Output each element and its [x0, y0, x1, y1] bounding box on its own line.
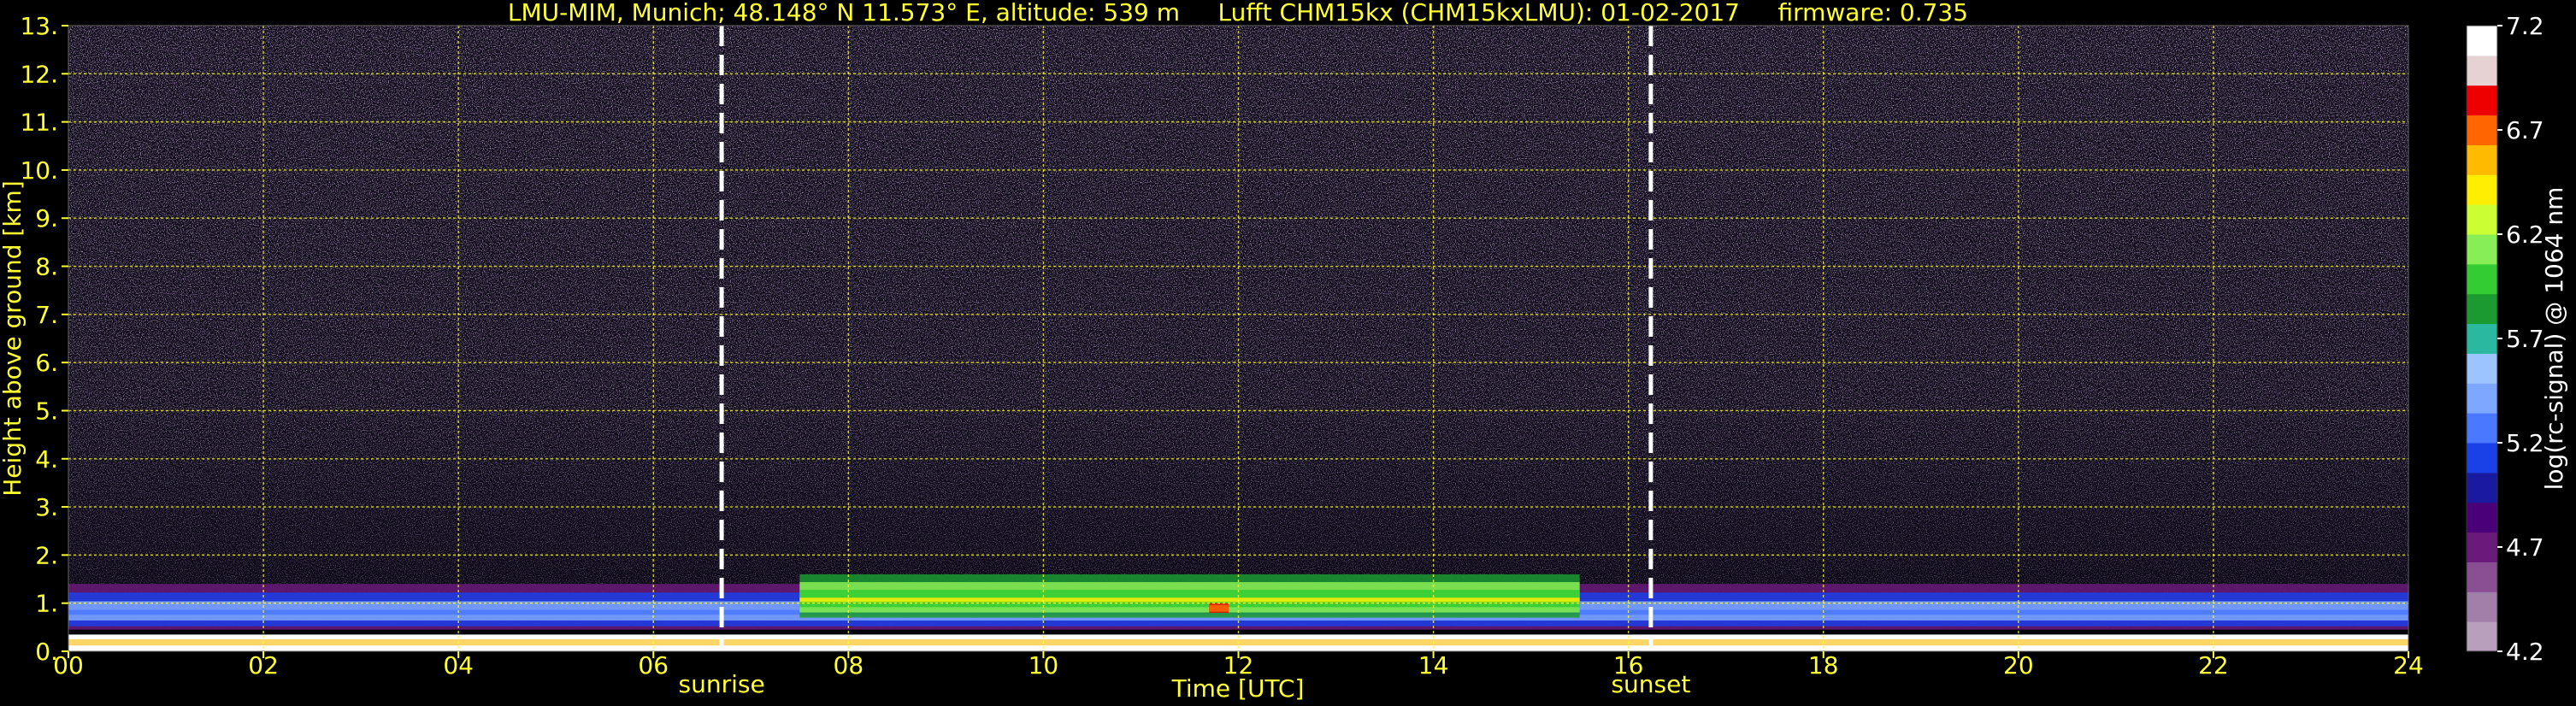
- y-tick-label: 6.: [35, 349, 58, 377]
- sunset-label: sunset: [1611, 670, 1690, 698]
- colorbar-tick-label: 6.2: [2506, 221, 2544, 249]
- colorbar-segment: [2467, 353, 2497, 384]
- y-axis-label: Height above ground [km]: [0, 180, 27, 497]
- colorbar-label: log(rc-signal) @ 1064 nm: [2540, 187, 2568, 491]
- colorbar-tick-label: 7.2: [2506, 12, 2544, 40]
- x-tick-label: 10: [1029, 651, 1059, 680]
- colorbar-segment: [2467, 413, 2497, 444]
- colorbar-tick-label: 5.7: [2506, 325, 2544, 353]
- y-tick-label: 5.: [35, 397, 58, 425]
- colorbar-segment: [2467, 293, 2497, 325]
- colorbar-segment: [2467, 621, 2497, 652]
- y-axis-ticks: 0.1.2.3.4.5.6.7.8.9.10.11.12.13.: [20, 12, 68, 666]
- x-tick-label: 08: [834, 651, 864, 680]
- chart-title: LMU-MIM, Munich; 48.148° N 11.573° E, al…: [508, 0, 1968, 26]
- x-axis-label: Time [UTC]: [1171, 674, 1305, 703]
- colorbar-ticks: 4.2 4.7 5.2 5.7 6.2 6.7 7.2: [2497, 12, 2544, 666]
- colorbar-tick-label: 4.2: [2506, 638, 2544, 666]
- colorbar-segment: [2467, 532, 2497, 562]
- colorbar-segment: [2467, 383, 2497, 414]
- y-tick-label: 9.: [35, 204, 58, 232]
- x-tick-label: 24: [2393, 651, 2424, 680]
- x-tick-label: 06: [638, 651, 669, 680]
- ceilometer-figure: LMU-MIM, Munich; 48.148° N 11.573° E, al…: [0, 0, 2568, 703]
- colorbar-segment: [2467, 234, 2497, 265]
- colorbar-segment: [2467, 26, 2497, 56]
- colorbar-segment: [2467, 323, 2497, 354]
- x-tick-label: 22: [2198, 651, 2229, 680]
- y-tick-label: 7.: [35, 301, 58, 329]
- colorbar-segment: [2467, 443, 2497, 474]
- colorbar-segment: [2467, 115, 2497, 145]
- x-tick-label: 04: [443, 651, 474, 680]
- x-tick-label: 20: [2003, 651, 2034, 680]
- colorbar-segment: [2467, 502, 2497, 533]
- y-tick-label: 11.: [20, 109, 58, 137]
- colorbar-segment: [2467, 472, 2497, 503]
- x-tick-label: 02: [248, 651, 279, 680]
- x-tick-label: 14: [1418, 651, 1449, 680]
- colorbar-segment: [2467, 204, 2497, 235]
- colorbar-tick-label: 5.2: [2506, 429, 2544, 457]
- colorbar-segment: [2467, 85, 2497, 116]
- plot-area: [68, 25, 2409, 652]
- y-tick-label: 4.: [35, 445, 58, 474]
- y-tick-label: 1.: [35, 590, 58, 618]
- y-tick-label: 2.: [35, 541, 58, 569]
- x-tick-label: 18: [1808, 651, 1839, 680]
- sunrise-label: sunrise: [678, 670, 764, 698]
- colorbar-segment: [2467, 144, 2497, 175]
- colorbar: [2466, 25, 2498, 652]
- y-tick-label: 8.: [35, 253, 58, 281]
- y-tick-label: 13.: [20, 12, 58, 40]
- layer-1-band-3: [799, 597, 1580, 603]
- colorbar-segment: [2467, 55, 2497, 86]
- y-tick-label: 12.: [20, 60, 58, 88]
- colorbar-segment: [2467, 263, 2497, 295]
- colorbar-segment: [2467, 562, 2497, 592]
- colorbar-segment: [2467, 174, 2497, 205]
- y-tick-label: 10.: [20, 156, 58, 185]
- x-tick-label: 00: [53, 651, 84, 680]
- y-tick-label: 3.: [35, 493, 58, 521]
- colorbar-tick-label: 4.7: [2506, 533, 2544, 562]
- colorbar-tick-label: 6.7: [2506, 116, 2544, 144]
- colorbar-segment: [2467, 591, 2497, 622]
- layer-2-band-1: [1209, 604, 1229, 612]
